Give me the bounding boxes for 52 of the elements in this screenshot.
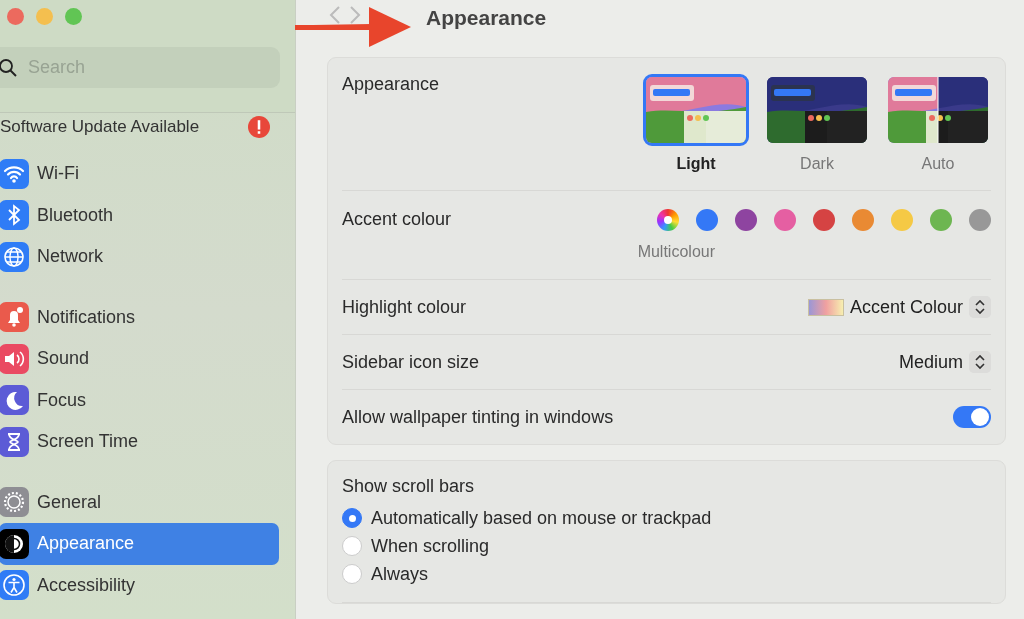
color-swatch[interactable] (852, 209, 874, 231)
color-swatch[interactable] (930, 209, 952, 231)
wifi-icon (0, 158, 29, 189)
swatch-caption: Multicolour (637, 243, 715, 261)
sidebar-item[interactable]: Sound (0, 338, 279, 380)
popup-button[interactable]: Medium (898, 351, 991, 373)
appearance-option[interactable]: Auto (885, 74, 991, 173)
sidebar-item[interactable]: Network (0, 236, 279, 278)
color-swatch[interactable] (657, 209, 679, 231)
color-swatch[interactable] (813, 209, 835, 231)
toggle-switch[interactable] (953, 406, 991, 428)
globe-icon (0, 241, 29, 272)
setting-label: Accent colour (342, 209, 452, 230)
sidebar-item[interactable]: General (0, 481, 279, 523)
radio-option[interactable]: When scrolling (342, 532, 490, 560)
forward-icon[interactable] (349, 6, 361, 24)
setting-label: Allow wallpaper tinting in windows (342, 406, 614, 428)
moon-icon (0, 385, 29, 416)
sidebar-item[interactable]: Focus (0, 379, 279, 421)
color-swatch[interactable] (696, 209, 718, 231)
accessibility-icon (0, 570, 29, 601)
radio-option[interactable]: Automatically based on mouse or trackpad (342, 504, 712, 532)
bluetooth-icon (0, 200, 29, 231)
setting-label: Sidebar icon size (342, 351, 480, 373)
setting-label: Show scroll bars (342, 476, 476, 497)
appearance-option[interactable]: Light (643, 74, 749, 173)
gear-icon (0, 487, 29, 518)
sidebar-item[interactable]: Screen Time (0, 421, 279, 463)
page-title: Appearance (426, 6, 547, 30)
sidebar-item[interactable]: Notifications (0, 296, 279, 338)
hourglass-icon (0, 426, 29, 457)
color-swatch[interactable] (735, 209, 757, 231)
color-swatch[interactable] (969, 209, 991, 231)
bell-icon (0, 302, 29, 333)
notification-badge (248, 116, 270, 138)
sidebar-item[interactable]: Accessibility (0, 564, 279, 606)
color-swatch[interactable] (774, 209, 796, 231)
setting-label: Highlight colour (342, 296, 467, 318)
sidebar-item[interactable]: Appearance (0, 523, 279, 565)
sidebar-item[interactable]: Wi-Fi (0, 153, 279, 195)
appearance-option[interactable]: Dark (764, 74, 870, 173)
back-icon[interactable] (329, 6, 341, 24)
radio-option[interactable]: Always (342, 560, 428, 588)
software-update-item[interactable]: Software Update Available (0, 115, 279, 139)
speaker-icon (0, 343, 29, 374)
minimize-button[interactable] (36, 8, 53, 25)
close-button[interactable] (7, 8, 24, 25)
setting-label: Appearance (342, 74, 440, 95)
zoom-button[interactable] (65, 8, 82, 25)
color-swatch[interactable] (891, 209, 913, 231)
popup-button[interactable]: Accent Colour (807, 296, 991, 318)
sidebar-item[interactable]: Bluetooth (0, 194, 279, 236)
